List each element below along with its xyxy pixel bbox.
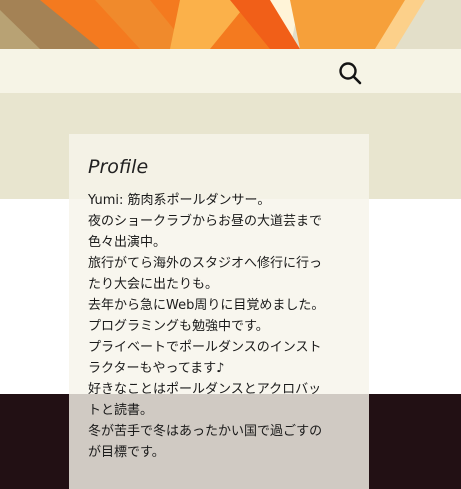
navbar: [0, 49, 461, 93]
profile-widget: Profile Yumi: 筋肉系ポールダンサー。 夜のショークラブからお昼の大…: [69, 134, 369, 489]
profile-line: プログラミングも勉強中です。: [88, 319, 269, 334]
profile-line: トと読書。: [88, 403, 154, 418]
search-icon[interactable]: [337, 60, 363, 86]
profile-line: Yumi: 筋肉系ポールダンサー。: [88, 193, 271, 208]
profile-line: 夜のショークラブからお昼の大道芸まで: [88, 214, 323, 229]
profile-line: 色々出演中。: [88, 235, 167, 250]
widget-title: Profile: [88, 156, 149, 178]
profile-text: Yumi: 筋肉系ポールダンサー。 夜のショークラブからお昼の大道芸まで 色々出…: [88, 190, 349, 463]
profile-line: 好きなことはポールダンスとアクロバッ: [88, 382, 322, 397]
profile-line: が目標です。: [88, 445, 165, 460]
profile-line: たり大会に出たりも。: [88, 277, 219, 292]
profile-line: 旅行がてら海外のスタジオへ修行に行っ: [88, 256, 323, 271]
profile-line: ラクターもやってます♪: [88, 361, 225, 376]
header-banner: [0, 0, 461, 49]
header-banner-graphic: [0, 0, 461, 49]
profile-line: 冬が苦手で冬はあったかい国で過ごすの: [88, 424, 323, 439]
profile-line: 去年から急にWeb周りに目覚めました。: [88, 298, 325, 313]
profile-line: プライベートでポールダンスのインスト: [88, 340, 322, 355]
